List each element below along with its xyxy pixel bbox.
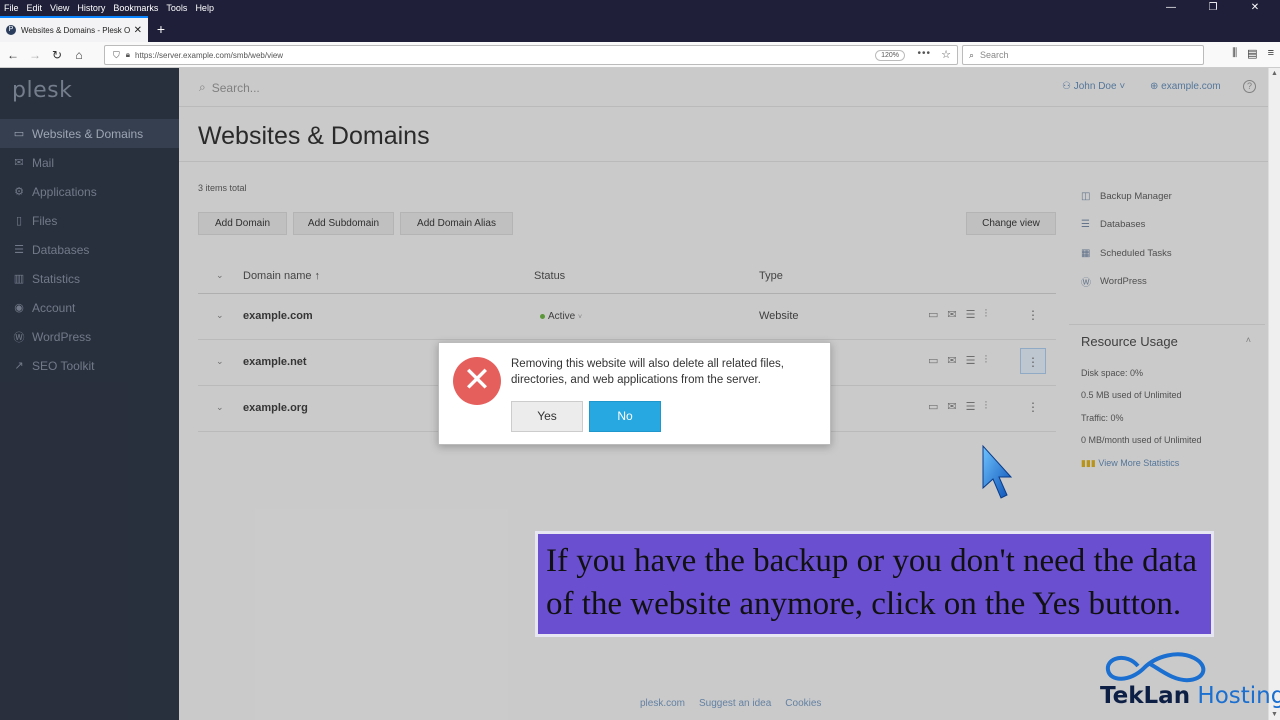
reload-icon[interactable]: ↻: [46, 48, 68, 62]
page-scrollbar[interactable]: ▲ ▼: [1268, 68, 1280, 720]
browser-menu-bar: File Edit View History Bookmarks Tools H…: [0, 0, 1280, 16]
menu-file[interactable]: File: [4, 3, 19, 13]
search-icon: ⌕: [969, 49, 975, 60]
home-icon[interactable]: ⌂: [68, 48, 90, 62]
browser-nav-bar: ← → ↻ ⌂ ⛉ 🔒︎ https://server.example.com/…: [0, 42, 1280, 68]
browser-search-input[interactable]: ⌕ Search: [962, 45, 1204, 65]
no-button[interactable]: No: [589, 401, 661, 432]
tab-title: Websites & Domains - Plesk O: [21, 25, 130, 35]
bookmark-star-icon[interactable]: ☆: [941, 48, 951, 61]
plesk-favicon-icon: P: [6, 25, 16, 35]
tutorial-caption: If you have the backup or you don't need…: [535, 531, 1214, 637]
menu-view[interactable]: View: [50, 3, 69, 13]
shield-icon: ⛉: [113, 49, 120, 60]
new-tab-icon[interactable]: +: [148, 16, 174, 42]
watermark-part2: Hosting: [1190, 683, 1280, 709]
close-window-icon[interactable]: ✕: [1238, 0, 1272, 16]
menu-help[interactable]: Help: [195, 3, 214, 13]
menu-edit[interactable]: Edit: [27, 3, 43, 13]
menu-history[interactable]: History: [77, 3, 105, 13]
menu-bookmarks[interactable]: Bookmarks: [113, 3, 158, 13]
url-bar[interactable]: ⛉ 🔒︎ https://server.example.com/smb/web/…: [104, 45, 958, 65]
tab-close-icon[interactable]: ✕: [134, 25, 142, 36]
sidebar-toggle-icon[interactable]: ▤: [1247, 47, 1257, 60]
confirm-dialog: ✕ Removing this website will also delete…: [438, 342, 831, 445]
zoom-badge[interactable]: 120%: [875, 50, 905, 61]
window-controls: — ❐ ✕: [1154, 0, 1280, 16]
scroll-up-icon[interactable]: ▲: [1271, 70, 1278, 77]
error-x-icon: ✕: [453, 357, 501, 405]
forward-icon[interactable]: →: [24, 48, 46, 62]
browser-search-placeholder: Search: [980, 50, 1009, 60]
watermark-part1: TekLan: [1100, 683, 1191, 709]
restore-icon[interactable]: ❐: [1196, 0, 1230, 16]
menu-tools[interactable]: Tools: [166, 3, 187, 13]
browser-toolbar-right: ⫼ ▤ ≡: [1232, 47, 1274, 60]
library-icon[interactable]: ⫼: [1232, 47, 1237, 60]
mouse-cursor-icon: [982, 444, 1013, 499]
minimize-icon[interactable]: —: [1154, 0, 1188, 16]
dialog-message: Removing this website will also delete a…: [511, 358, 784, 386]
back-icon[interactable]: ←: [2, 48, 24, 62]
teklan-hosting-watermark: TekLan Hosting: [1100, 683, 1280, 709]
yes-button[interactable]: Yes: [511, 401, 583, 432]
browser-tab[interactable]: P Websites & Domains - Plesk O ✕: [0, 16, 148, 42]
hamburger-menu-icon[interactable]: ≡: [1268, 47, 1274, 60]
url-text: https://server.example.com/smb/web/view: [135, 50, 284, 60]
lock-icon: 🔒︎: [125, 50, 131, 59]
scroll-down-icon[interactable]: ▼: [1271, 711, 1278, 718]
browser-tab-bar: P Websites & Domains - Plesk O ✕ +: [0, 16, 1280, 42]
page-actions-icon[interactable]: •••: [917, 48, 931, 59]
